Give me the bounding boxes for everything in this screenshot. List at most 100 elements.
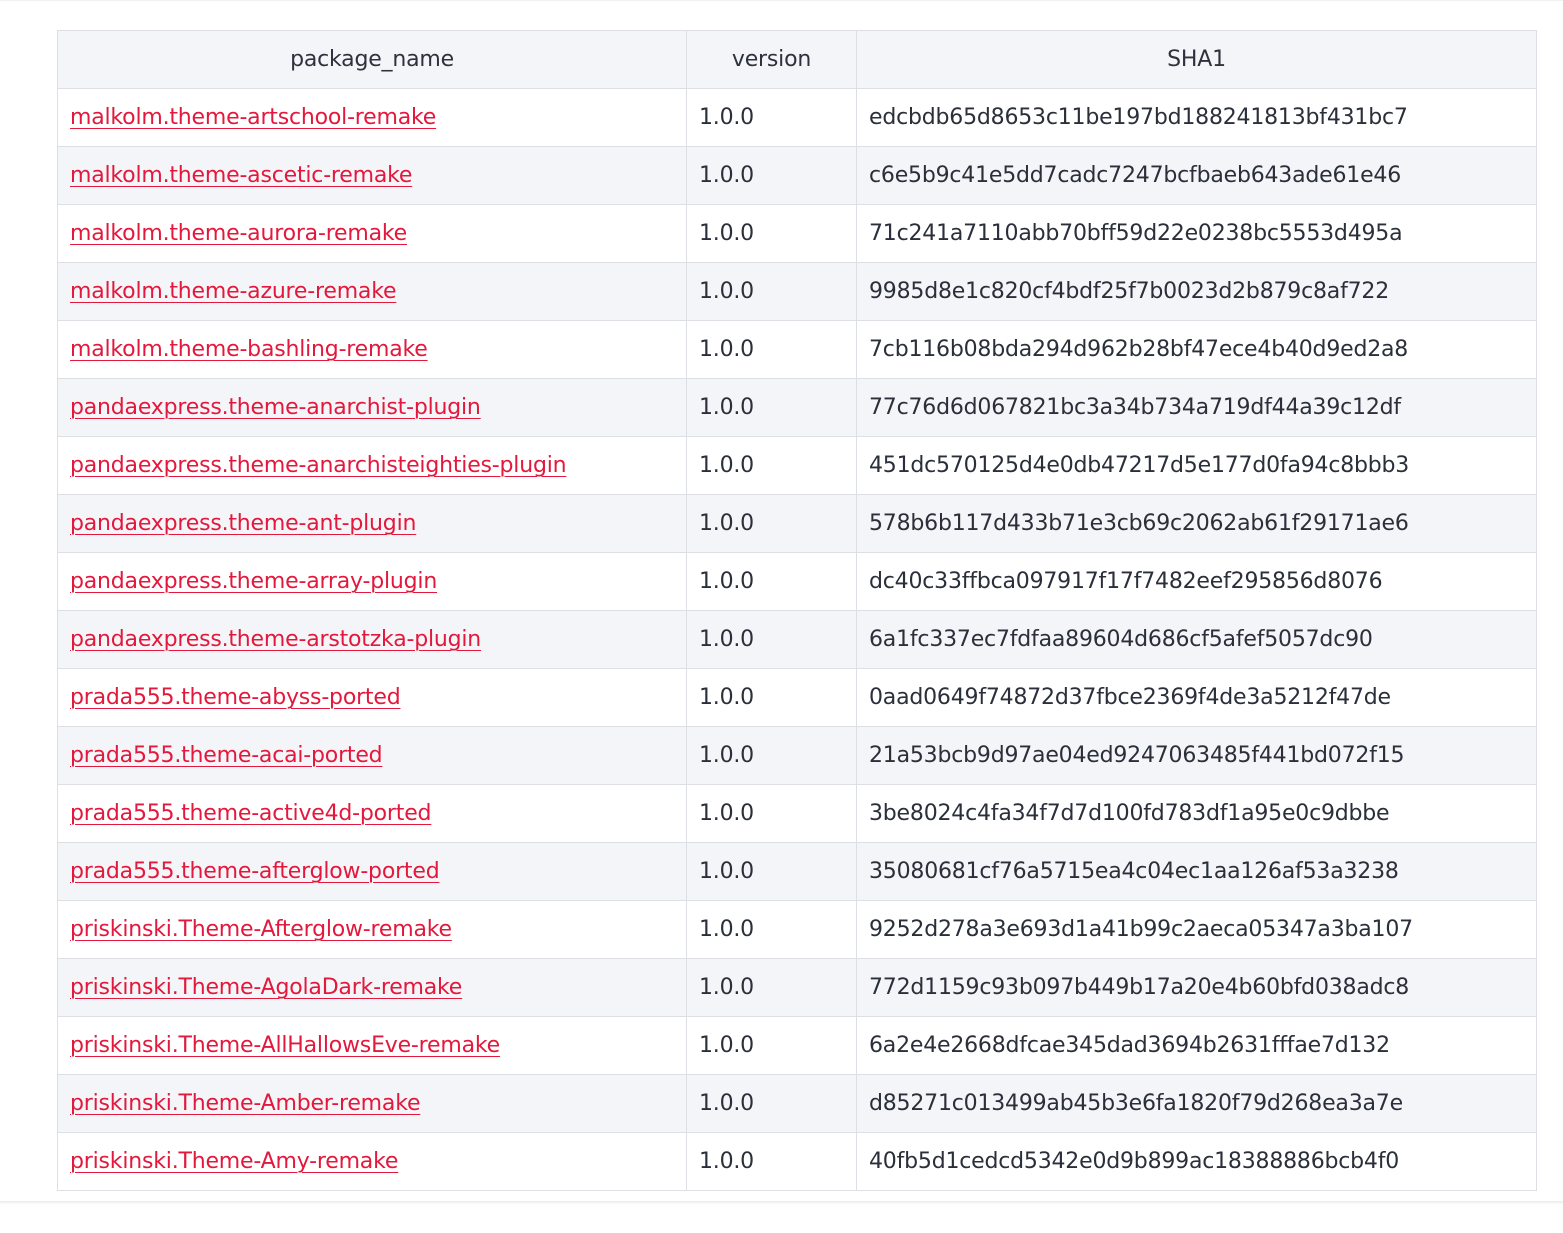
package-link[interactable]: malkolm.theme-aurora-remake bbox=[70, 221, 407, 246]
table-row: priskinski.Theme-AllHallowsEve-remake 1.0… bbox=[57, 1016, 1537, 1075]
sha1-cell: 578b6b117d433b71e3cb69c2062ab61f29171ae6 bbox=[856, 494, 1537, 553]
package-name-cell: malkolm.theme-ascetic-remake bbox=[57, 146, 687, 205]
sha1-cell: 451dc570125d4e0db47217d5e177d0fa94c8bbb3 bbox=[856, 436, 1537, 495]
table-row: pandaexpress.theme-array-plugin 1.0.0 dc40… bbox=[57, 552, 1537, 611]
package-link[interactable]: pandaexpress.theme-anarchisteighties-plu… bbox=[70, 453, 567, 478]
version-cell: 1.0.0 bbox=[686, 146, 857, 205]
version-cell: 1.0.0 bbox=[686, 494, 857, 553]
sha1-cell: 9252d278a3e693d1a41b99c2aeca05347a3ba107 bbox=[856, 900, 1537, 959]
package-link[interactable]: pandaexpress.theme-ant-plugin bbox=[70, 511, 416, 536]
sha1-cell: 0aad0649f74872d37fbce2369f4de3a5212f47de bbox=[856, 668, 1537, 727]
package-link[interactable]: prada555.theme-active4d-ported bbox=[70, 801, 432, 826]
table-row: pandaexpress.theme-ant-plugin 1.0.0 578b6b… bbox=[57, 494, 1537, 553]
table-row: prada555.theme-afterglow-ported 1.0.0 3508… bbox=[57, 842, 1537, 901]
package-link[interactable]: pandaexpress.theme-arstotzka-plugin bbox=[70, 627, 481, 652]
package-link[interactable]: pandaexpress.theme-array-plugin bbox=[70, 569, 437, 594]
package-name-cell: prada555.theme-afterglow-ported bbox=[57, 842, 687, 901]
column-header-sha1: SHA1 bbox=[856, 30, 1537, 89]
sha1-cell: edcbdb65d8653c11be197bd188241813bf431bc7 bbox=[856, 88, 1537, 147]
package-name-cell: pandaexpress.theme-anarchisteighties-plu… bbox=[57, 436, 687, 495]
table-row: prada555.theme-active4d-ported 1.0.0 3be80… bbox=[57, 784, 1537, 843]
sha1-cell: 9985d8e1c820cf4bdf25f7b0023d2b879c8af722 bbox=[856, 262, 1537, 321]
version-cell: 1.0.0 bbox=[686, 726, 857, 785]
table-row: pandaexpress.theme-anarchist-plugin 1.0.0… bbox=[57, 378, 1537, 437]
package-link[interactable]: prada555.theme-acai-ported bbox=[70, 743, 383, 768]
package-name-cell: priskinski.Theme-AgolaDark-remake bbox=[57, 958, 687, 1017]
package-name-cell: malkolm.theme-bashling-remake bbox=[57, 320, 687, 379]
package-link[interactable]: pandaexpress.theme-anarchist-plugin bbox=[70, 395, 481, 420]
package-link[interactable]: priskinski.Theme-AllHallowsEve-remake bbox=[70, 1033, 500, 1058]
version-cell: 1.0.0 bbox=[686, 784, 857, 843]
package-name-cell: prada555.theme-abyss-ported bbox=[57, 668, 687, 727]
package-link[interactable]: malkolm.theme-ascetic-remake bbox=[70, 163, 412, 188]
package-name-cell: pandaexpress.theme-arstotzka-plugin bbox=[57, 610, 687, 669]
version-cell: 1.0.0 bbox=[686, 842, 857, 901]
sha1-cell: 772d1159c93b097b449b17a20e4b60bfd038adc8 bbox=[856, 958, 1537, 1017]
version-cell: 1.0.0 bbox=[686, 610, 857, 669]
version-cell: 1.0.0 bbox=[686, 320, 857, 379]
sha1-cell: 71c241a7110abb70bff59d22e0238bc5553d495a bbox=[856, 204, 1537, 263]
table-row: malkolm.theme-bashling-remake 1.0.0 7cb116… bbox=[57, 320, 1537, 379]
package-link[interactable]: priskinski.Theme-Afterglow-remake bbox=[70, 917, 452, 942]
package-name-cell: prada555.theme-active4d-ported bbox=[57, 784, 687, 843]
package-link[interactable]: priskinski.Theme-Amber-remake bbox=[70, 1091, 420, 1116]
sha1-cell: dc40c33ffbca097917f17f7482eef295856d8076 bbox=[856, 552, 1537, 611]
sha1-cell: 40fb5d1cedcd5342e0d9b899ac18388886bcb4f0 bbox=[856, 1132, 1537, 1191]
sha1-cell: 6a1fc337ec7fdfaa89604d686cf5afef5057dc90 bbox=[856, 610, 1537, 669]
package-name-cell: priskinski.Theme-Amber-remake bbox=[57, 1074, 687, 1133]
table-row: malkolm.theme-ascetic-remake 1.0.0 c6e5b9c… bbox=[57, 146, 1537, 205]
bottom-scroll-shadow bbox=[0, 1201, 1563, 1204]
package-link[interactable]: malkolm.theme-artschool-remake bbox=[70, 105, 436, 130]
column-header-version: version bbox=[686, 30, 857, 89]
version-cell: 1.0.0 bbox=[686, 668, 857, 727]
package-link[interactable]: priskinski.Theme-AgolaDark-remake bbox=[70, 975, 462, 1000]
version-cell: 1.0.0 bbox=[686, 204, 857, 263]
package-link[interactable]: malkolm.theme-bashling-remake bbox=[70, 337, 428, 362]
package-link[interactable]: priskinski.Theme-Amy-remake bbox=[70, 1149, 398, 1174]
table-row: pandaexpress.theme-anarchisteighties-plu… bbox=[57, 436, 1537, 495]
package-link[interactable]: malkolm.theme-azure-remake bbox=[70, 279, 396, 304]
packages-table-container: package_name version SHA1 malkolm.theme-… bbox=[57, 30, 1537, 1191]
sha1-cell: 21a53bcb9d97ae04ed9247063485f441bd072f15 bbox=[856, 726, 1537, 785]
version-cell: 1.0.0 bbox=[686, 552, 857, 611]
table-header: package_name version SHA1 bbox=[57, 30, 1537, 89]
package-link[interactable]: prada555.theme-abyss-ported bbox=[70, 685, 401, 710]
package-name-cell: priskinski.Theme-Amy-remake bbox=[57, 1132, 687, 1191]
package-name-cell: priskinski.Theme-Afterglow-remake bbox=[57, 900, 687, 959]
version-cell: 1.0.0 bbox=[686, 262, 857, 321]
version-cell: 1.0.0 bbox=[686, 1132, 857, 1191]
sha1-cell: 7cb116b08bda294d962b28bf47ece4b40d9ed2a8 bbox=[856, 320, 1537, 379]
package-name-cell: priskinski.Theme-AllHallowsEve-remake bbox=[57, 1016, 687, 1075]
package-name-cell: malkolm.theme-azure-remake bbox=[57, 262, 687, 321]
package-name-cell: pandaexpress.theme-ant-plugin bbox=[57, 494, 687, 553]
sha1-cell: 3be8024c4fa34f7d7d100fd783df1a95e0c9dbbe bbox=[856, 784, 1537, 843]
packages-table: package_name version SHA1 malkolm.theme-… bbox=[57, 30, 1537, 1191]
package-name-cell: prada555.theme-acai-ported bbox=[57, 726, 687, 785]
sha1-cell: 35080681cf76a5715ea4c04ec1aa126af53a3238 bbox=[856, 842, 1537, 901]
version-cell: 1.0.0 bbox=[686, 1016, 857, 1075]
sha1-cell: c6e5b9c41e5dd7cadc7247bcfbaeb643ade61e46 bbox=[856, 146, 1537, 205]
top-divider bbox=[0, 0, 1563, 1]
table-row: malkolm.theme-azure-remake 1.0.0 9985d8e1c… bbox=[57, 262, 1537, 321]
table-row: pandaexpress.theme-arstotzka-plugin 1.0.0… bbox=[57, 610, 1537, 669]
version-cell: 1.0.0 bbox=[686, 436, 857, 495]
table-row: priskinski.Theme-Afterglow-remake 1.0.0 92… bbox=[57, 900, 1537, 959]
table-row: prada555.theme-abyss-ported 1.0.0 0aad0649… bbox=[57, 668, 1537, 727]
version-cell: 1.0.0 bbox=[686, 378, 857, 437]
package-name-cell: malkolm.theme-artschool-remake bbox=[57, 88, 687, 147]
sha1-cell: 6a2e4e2668dfcae345dad3694b2631fffae7d132 bbox=[856, 1016, 1537, 1075]
package-link[interactable]: prada555.theme-afterglow-ported bbox=[70, 859, 440, 884]
table-row: priskinski.Theme-Amber-remake 1.0.0 d85271… bbox=[57, 1074, 1537, 1133]
table-row: prada555.theme-acai-ported 1.0.0 21a53bcb9… bbox=[57, 726, 1537, 785]
table-body: malkolm.theme-artschool-remake 1.0.0 edcbd… bbox=[57, 88, 1537, 1191]
header-row: package_name version SHA1 bbox=[57, 30, 1537, 89]
table-row: malkolm.theme-aurora-remake 1.0.0 71c241a7… bbox=[57, 204, 1537, 263]
version-cell: 1.0.0 bbox=[686, 1074, 857, 1133]
version-cell: 1.0.0 bbox=[686, 900, 857, 959]
package-name-cell: malkolm.theme-aurora-remake bbox=[57, 204, 687, 263]
package-name-cell: pandaexpress.theme-array-plugin bbox=[57, 552, 687, 611]
sha1-cell: d85271c013499ab45b3e6fa1820f79d268ea3a7e bbox=[856, 1074, 1537, 1133]
table-row: priskinski.Theme-Amy-remake 1.0.0 40fb5d1c… bbox=[57, 1132, 1537, 1191]
column-header-package-name: package_name bbox=[57, 30, 687, 89]
table-row: priskinski.Theme-AgolaDark-remake 1.0.0 77… bbox=[57, 958, 1537, 1017]
